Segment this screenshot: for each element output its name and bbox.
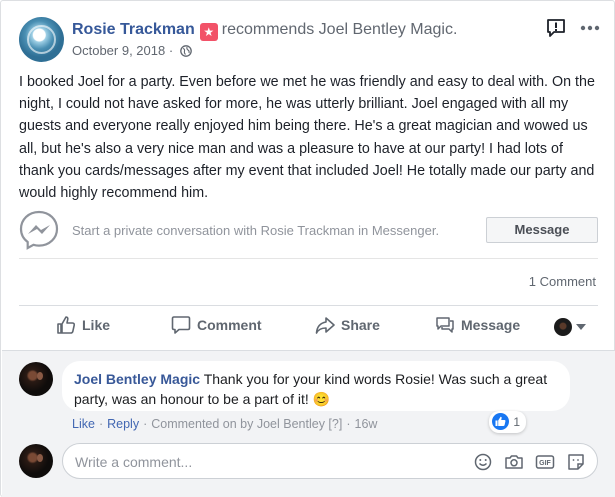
comment-author[interactable]: Joel Bentley Magic (74, 371, 200, 387)
share-icon (315, 317, 335, 334)
message-button[interactable]: Message (486, 217, 598, 243)
comment-count-link[interactable]: 1 Comment (529, 274, 596, 289)
like-reaction-icon (492, 413, 510, 430)
current-page-avatar (19, 444, 53, 478)
gif-icon[interactable]: GIF (535, 452, 555, 472)
comment-actions: Like · Reply · Commented on by Joel Bentley … (72, 417, 378, 431)
meta-separator: · (168, 43, 174, 58)
recommendation-post: Rosie Trackman ★ recommends Joel Bentley M… (0, 0, 615, 497)
send-message-button[interactable]: Message (435, 315, 520, 339)
action-bar: Like Comment Share Message (19, 305, 598, 349)
act-as-selector[interactable] (554, 318, 586, 342)
reaction-summary[interactable]: 1 (489, 411, 526, 433)
post-meta: October 9, 2018 · (72, 43, 192, 58)
page-name[interactable]: Joel Bentley Magic. (319, 21, 458, 38)
share-button[interactable]: Share (315, 315, 380, 339)
page-avatar (554, 318, 572, 337)
emoji-icon[interactable] (473, 452, 493, 472)
commenter-avatar[interactable] (19, 362, 53, 396)
author-name[interactable]: Rosie Trackman (72, 21, 195, 38)
message-icon (436, 317, 454, 333)
post-date[interactable]: October 9, 2018 (72, 43, 165, 58)
author-avatar[interactable] (19, 17, 64, 62)
chevron-down-icon (576, 324, 586, 331)
report-icon[interactable] (546, 18, 566, 38)
post-title-line: Rosie Trackman ★ recommends Joel Bentley M… (72, 21, 457, 41)
comments-section: Joel Bentley Magic Thank you for your ki… (2, 350, 615, 497)
comment-button[interactable]: Comment (171, 315, 262, 339)
post-options (530, 17, 600, 39)
globe-icon (179, 45, 192, 57)
messenger-prompt: Start a private conversation with Rosie … (19, 207, 598, 259)
reaction-count: 1 (513, 415, 520, 429)
like-button[interactable]: Like (56, 315, 110, 339)
comment-input-placeholder[interactable]: Write a comment... (75, 454, 192, 470)
share-label: Share (341, 317, 380, 333)
comment-bubble: Joel Bentley Magic Thank you for your ki… (62, 361, 570, 433)
svg-text:GIF: GIF (539, 460, 551, 467)
more-icon[interactable] (580, 22, 600, 34)
messenger-prompt-text: Start a private conversation with Rosie … (72, 223, 440, 238)
recommend-star-icon: ★ (199, 23, 218, 41)
post-header: Rosie Trackman ★ recommends Joel Bentley M… (19, 17, 600, 63)
comment-label: Comment (197, 317, 262, 333)
messenger-icon (19, 210, 59, 250)
comment-icon (171, 316, 191, 334)
comment-reply-link[interactable]: Reply (107, 417, 139, 431)
commented-on-by: Commented on by Joel Bentley [?] (151, 417, 343, 431)
thumbs-up-icon (57, 316, 76, 334)
sticker-icon[interactable] (566, 452, 586, 472)
comment-composer[interactable]: Write a comment... GIF (62, 443, 598, 479)
comment-like-link[interactable]: Like (72, 417, 95, 431)
like-label: Like (82, 317, 111, 333)
comment-age[interactable]: 16w (355, 417, 378, 431)
camera-icon[interactable] (504, 452, 524, 472)
post-body: I booked Joel for a party. Even before w… (19, 74, 595, 202)
recommends-label: recommends (221, 21, 315, 38)
message-label: Message (461, 317, 521, 333)
